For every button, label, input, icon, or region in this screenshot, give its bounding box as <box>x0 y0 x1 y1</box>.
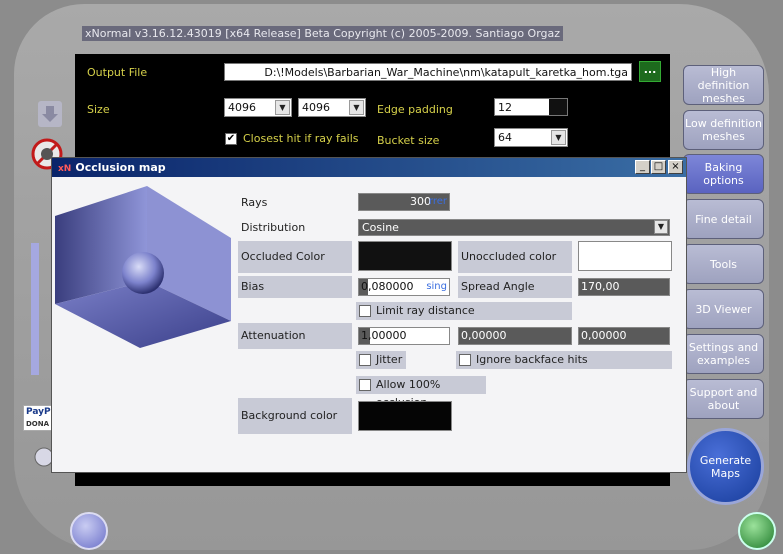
dialog-titlebar[interactable]: xN Occlusion map <box>52 158 686 177</box>
ignore-backface-checkbox[interactable] <box>459 354 471 366</box>
edge-padding-label: Edge padding <box>377 103 453 116</box>
distribution-label: Distribution <box>241 221 306 234</box>
xnormal-icon: xN <box>58 164 72 174</box>
sidebar-item-fine-detail[interactable]: Fine detail <box>683 199 764 239</box>
browse-button[interactable]: ... <box>639 61 661 82</box>
size-label: Size <box>87 103 110 116</box>
spread-angle-field[interactable]: 170,00 <box>578 278 670 296</box>
bucket-size-combo[interactable]: 64 ▼ <box>494 128 568 147</box>
sidebar-item-low-definition-meshes[interactable]: Low definition meshes <box>683 110 764 150</box>
limit-ray-distance-row[interactable]: Limit ray distance <box>356 302 572 320</box>
occluded-color-swatch[interactable] <box>358 241 452 271</box>
sidebar-item-settings-and-examples[interactable]: Settings and examples <box>683 334 764 374</box>
occlusion-preview <box>55 186 231 348</box>
jitter-row[interactable]: Jitter <box>356 351 406 369</box>
jitter-checkbox[interactable] <box>359 354 371 366</box>
output-file-label: Output File <box>87 66 148 79</box>
blue-orb-button[interactable] <box>70 512 108 550</box>
bucket-size-label: Bucket size <box>377 134 440 147</box>
attenuation-field-2[interactable]: 0,00000 <box>458 327 572 345</box>
sidebar-item-3d-viewer[interactable]: 3D Viewer <box>683 289 764 329</box>
attenuation-field-3[interactable]: 0,00000 <box>578 327 670 345</box>
rays-field[interactable]: 300 rrer <box>358 193 450 211</box>
background-color-label: Background color <box>238 398 352 434</box>
size-width-combo[interactable]: 4096 ▼ <box>224 98 292 117</box>
background-color-swatch[interactable] <box>358 401 452 431</box>
size-height-combo[interactable]: 4096 ▼ <box>298 98 366 117</box>
allow-100-occlusion-checkbox[interactable] <box>359 379 371 391</box>
app-window: xNormal v3.16.12.43019 [x64 Release] Bet… <box>0 0 783 554</box>
bias-field[interactable]: 0,080000 sing <box>358 278 450 296</box>
spread-angle-label: Spread Angle <box>458 276 572 298</box>
closest-hit-label: Closest hit if ray fails <box>243 132 359 145</box>
distribution-combo[interactable]: Cosine ▼ <box>358 219 670 236</box>
app-title: xNormal v3.16.12.43019 [x64 Release] Bet… <box>82 26 564 41</box>
unoccluded-color-label: Unoccluded color <box>458 241 572 273</box>
chevron-down-icon[interactable]: ▼ <box>349 100 364 115</box>
attenuation-field-1[interactable]: 1,00000 <box>358 327 450 345</box>
close-icon[interactable]: × <box>668 160 683 174</box>
limit-ray-distance-checkbox[interactable] <box>359 305 371 317</box>
sidebar-item-baking-options[interactable]: Baking options <box>683 154 764 194</box>
closest-hit-checkbox[interactable]: ✔ <box>225 133 237 145</box>
dialog-title: Occlusion map <box>75 161 166 174</box>
chevron-down-icon[interactable]: ▼ <box>275 100 290 115</box>
paypal-logo[interactable]: PayP DONA <box>23 405 53 431</box>
output-file-field[interactable]: D:\!Models\Barbarian_War_Machine\nm\kata… <box>224 63 632 81</box>
maximize-icon[interactable]: □ <box>651 160 666 174</box>
allow-100-occlusion-row[interactable]: Allow 100% occlusion <box>356 376 486 409</box>
chevron-down-icon[interactable]: ▼ <box>654 220 668 234</box>
download-icon[interactable] <box>38 101 62 127</box>
green-orb-button[interactable] <box>738 512 776 550</box>
chevron-down-icon[interactable]: ▼ <box>551 130 566 145</box>
scroll-track[interactable] <box>31 243 39 375</box>
minimize-icon[interactable]: _ <box>635 160 650 174</box>
rays-label: Rays <box>241 196 268 209</box>
generate-maps-button[interactable]: Generate Maps <box>687 428 764 505</box>
ignore-backface-row[interactable]: Ignore backface hits <box>456 351 672 369</box>
unoccluded-color-swatch[interactable] <box>578 241 672 271</box>
sidebar-item-support-and-about[interactable]: Support and about <box>683 379 764 419</box>
sidebar-item-high-definition-meshes[interactable]: High definition meshes <box>683 65 764 105</box>
occluded-color-label: Occluded Color <box>238 241 352 273</box>
attenuation-label: Attenuation <box>238 323 352 349</box>
bias-label: Bias <box>238 276 352 298</box>
sidebar-item-tools[interactable]: Tools <box>683 244 764 284</box>
edge-padding-field[interactable]: 12 <box>494 98 568 116</box>
